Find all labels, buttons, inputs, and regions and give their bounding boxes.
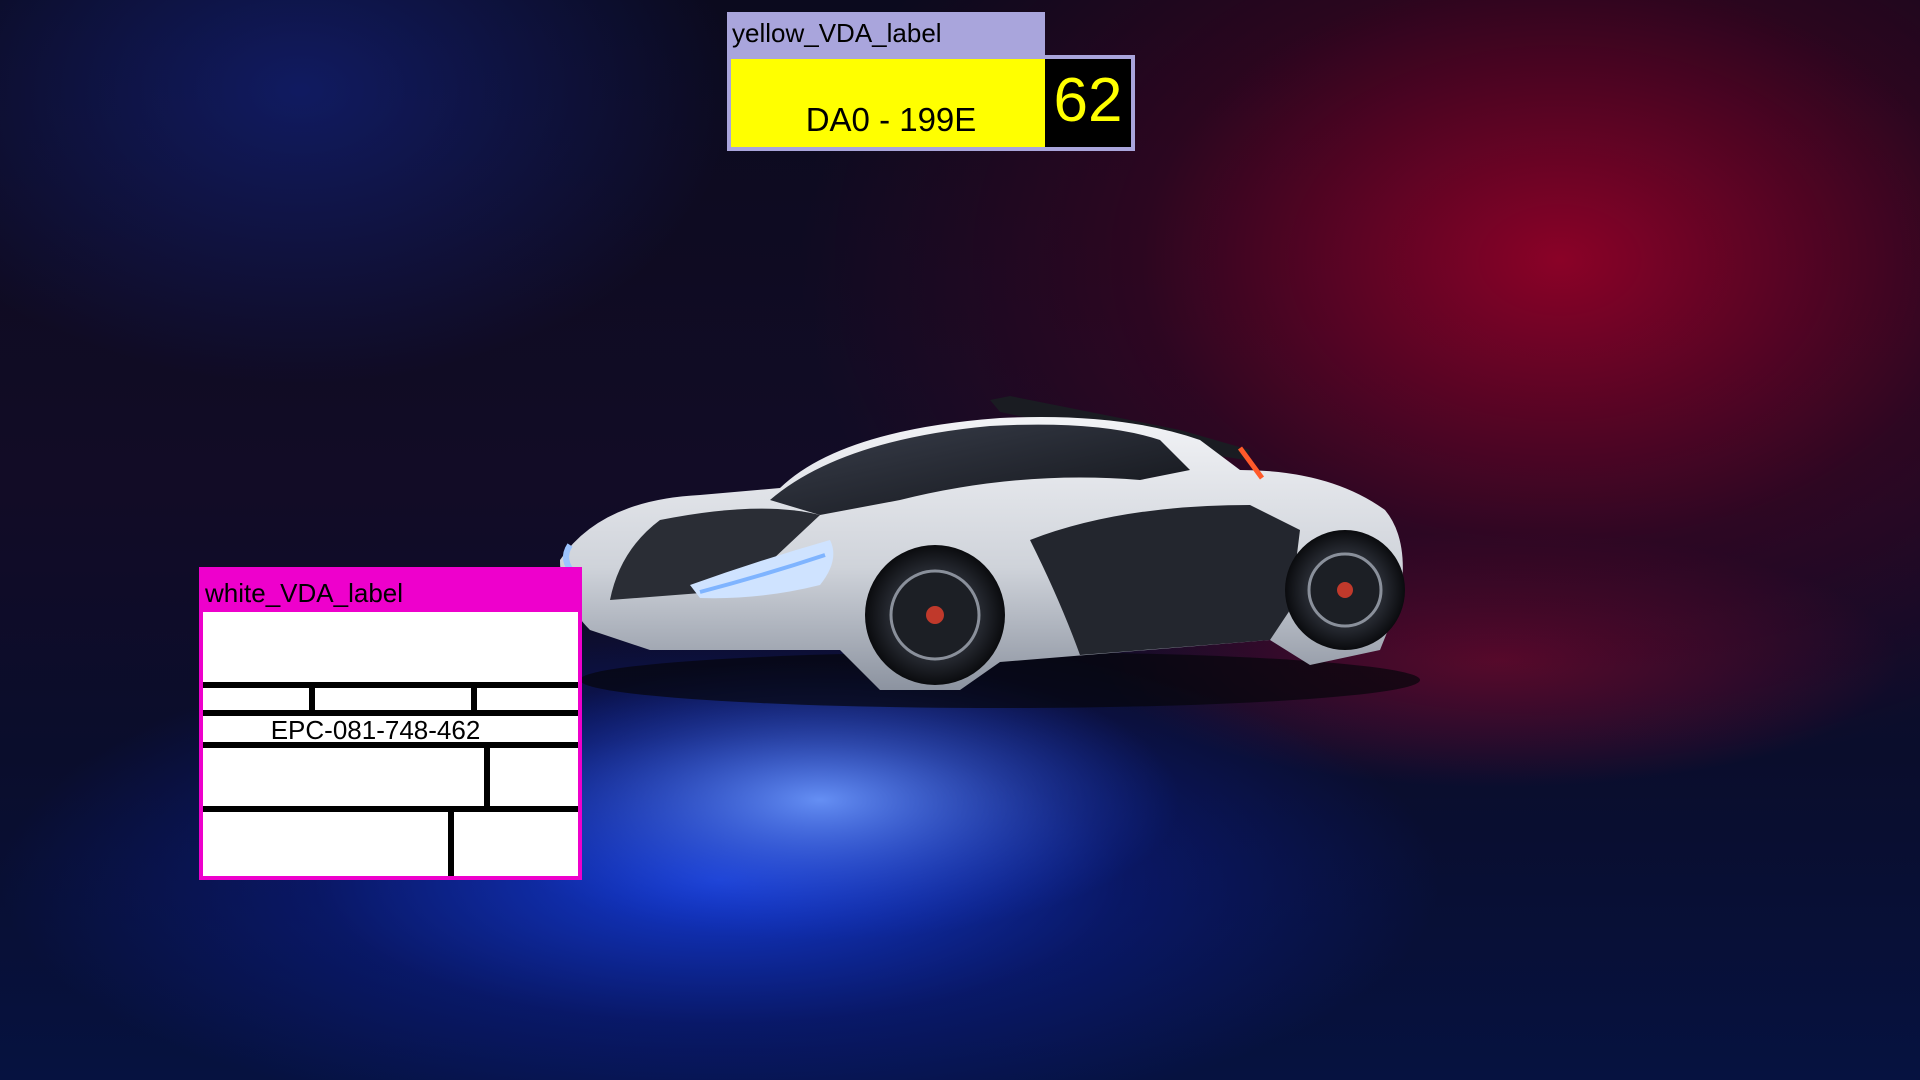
label-divider — [203, 742, 578, 748]
yellow-vda-label: DA0 - 199E 62 — [727, 55, 1135, 151]
car-photo — [460, 396, 1420, 940]
white-label-title: white_VDA_label — [199, 567, 582, 612]
sports-car — [560, 396, 1405, 690]
label-divider — [203, 682, 578, 688]
photo-canvas: yellow_VDA_label DA0 - 199E 62 white_VDA… — [0, 0, 1920, 1080]
yellow-label-number: 62 — [1045, 59, 1131, 147]
yellow-label-title: yellow_VDA_label — [727, 12, 1045, 55]
white-vda-label: EPC-081-748-462 — [199, 612, 582, 880]
label-divider — [309, 688, 315, 710]
label-divider — [203, 806, 578, 812]
label-divider — [448, 812, 454, 876]
label-divider — [484, 748, 490, 806]
yellow-label-code: DA0 - 199E — [805, 101, 977, 138]
label-divider — [471, 688, 477, 710]
